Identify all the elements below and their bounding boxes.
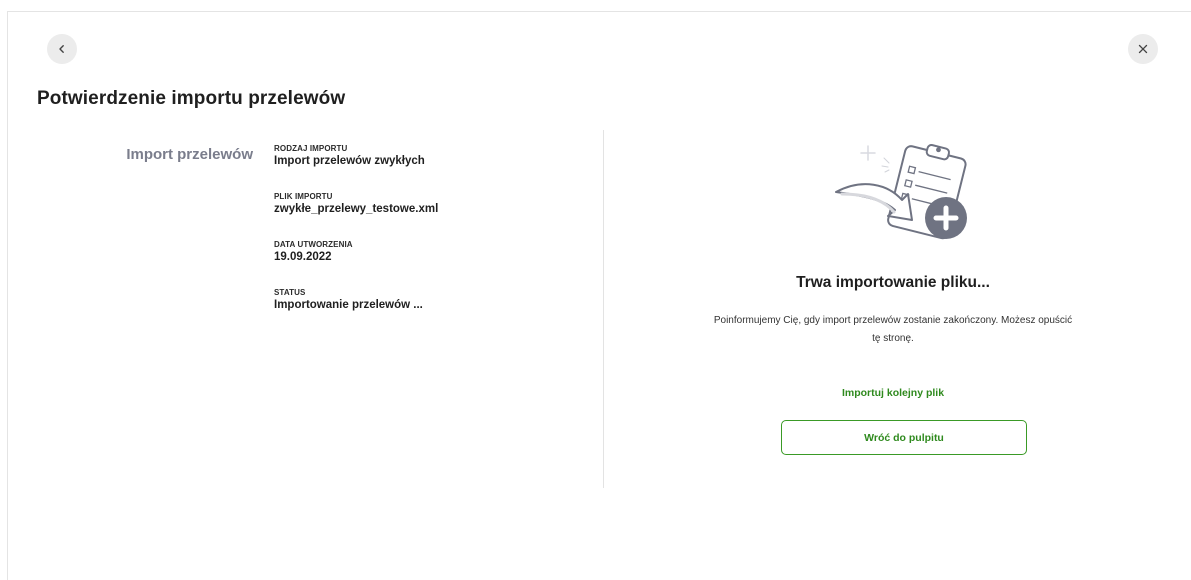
back-button[interactable] [47,34,77,64]
status-heading: Trwa importowanie pliku... [796,274,990,291]
import-next-file-link[interactable]: Importuj kolejny plik [604,387,1182,399]
import-details: RODZAJ IMPORTU Import przelewów zwykłych… [274,143,574,335]
detail-label: DATA UTWORZENIA [274,240,353,249]
detail-import-type: RODZAJ IMPORTU Import przelewów zwykłych [274,143,574,177]
detail-creation-date: DATA UTWORZENIA 19.09.2022 [274,239,574,273]
status-message: Poinformujemy Cię, gdy import przelewów … [713,315,1073,344]
detail-value: zwykłe_przelewy_testowe.xml [274,203,439,215]
status-panel: Trwa importowanie pliku... Poinformujemy… [604,130,1182,488]
detail-value: 19.09.2022 [274,251,332,263]
back-to-dashboard-button[interactable]: Wróć do pulpitu [781,420,1027,455]
chevron-left-icon [59,45,64,53]
section-label: Import przelewów [126,146,253,163]
detail-label: STATUS [274,288,306,297]
close-icon [1138,44,1148,54]
close-button[interactable] [1128,34,1158,64]
detail-import-file: PLIK IMPORTU zwykłe_przelewy_testowe.xml [274,191,574,225]
clipboard-import-illustration [835,144,967,240]
detail-value: Import przelewów zwykłych [274,155,425,167]
page-title: Potwierdzenie importu przelewów [37,88,346,109]
detail-label: PLIK IMPORTU [274,192,333,201]
detail-value: Importowanie przelewów ... [274,299,423,311]
detail-label: RODZAJ IMPORTU [274,144,348,153]
detail-status: STATUS Importowanie przelewów ... [274,287,574,321]
